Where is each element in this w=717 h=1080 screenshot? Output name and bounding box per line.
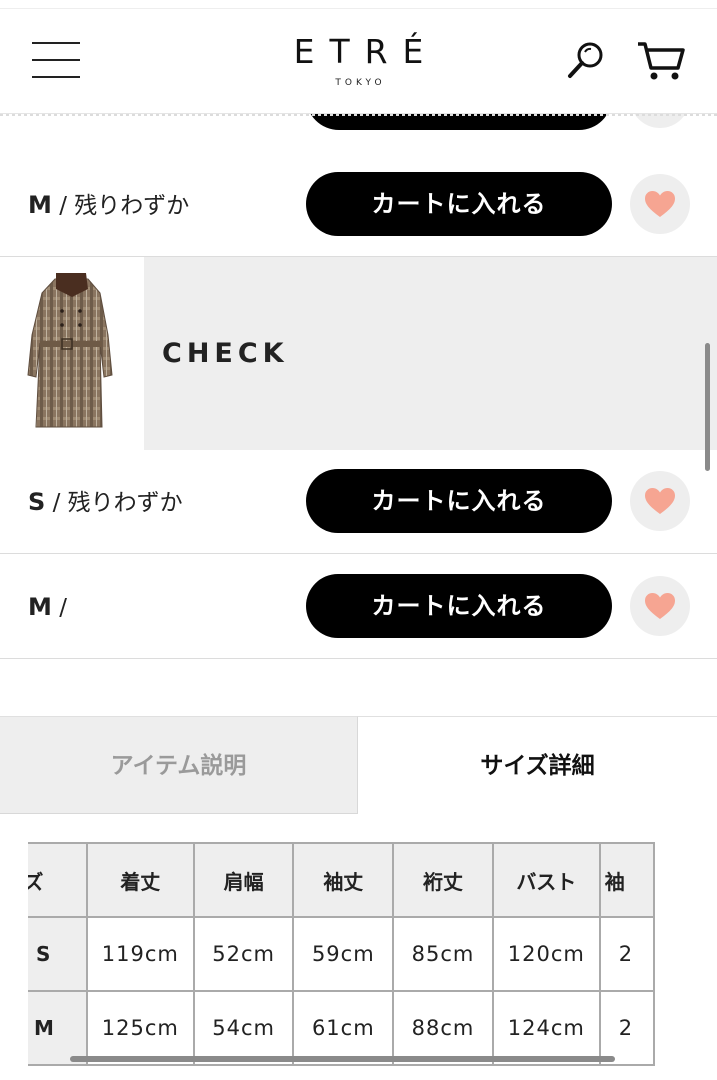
size-table: イズ 着丈 肩幅 袖丈 裄丈 バスト 袖 S 119cm 52cm 59cm 8…: [28, 842, 656, 1066]
brand-logo[interactable]: ETRÉ TOKYO: [0, 32, 717, 88]
table-cell: 88cm: [392, 990, 494, 1066]
table-header-row: イズ 着丈 肩幅 袖丈 裄丈 バスト 袖: [28, 842, 656, 918]
tab-item-description[interactable]: アイテム説明: [0, 716, 358, 814]
partial-favorite-button[interactable]: [630, 114, 690, 128]
tab-size-detail[interactable]: サイズ詳細: [358, 716, 717, 814]
search-icon[interactable]: [566, 40, 606, 82]
table-cell: 124cm: [491, 990, 601, 1066]
product-thumbnail[interactable]: [0, 257, 144, 450]
table-cell: 120cm: [491, 916, 601, 992]
size-label: S / 残りわずか: [28, 450, 183, 554]
add-to-cart-button[interactable]: カートに入れる: [306, 172, 612, 236]
stock-status: /: [51, 595, 67, 621]
detail-tabs: アイテム説明 サイズ詳細: [0, 716, 717, 814]
partial-size-row: [0, 114, 717, 154]
color-name: CHECK: [162, 338, 289, 369]
table-cell: 54cm: [192, 990, 295, 1066]
row-header: S: [28, 916, 88, 992]
table-row: M 125cm 54cm 61cm 88cm 124cm 2: [28, 990, 656, 1066]
heart-icon: [645, 191, 675, 217]
column-header: 裄丈: [392, 842, 494, 918]
favorite-button[interactable]: [630, 576, 690, 636]
favorite-button[interactable]: [630, 174, 690, 234]
favorite-button[interactable]: [630, 471, 690, 531]
size-row: S / 残りわずか カートに入れる: [0, 450, 717, 554]
color-group-header: CHECK: [0, 257, 717, 450]
table-cell: 125cm: [85, 990, 195, 1066]
partial-cart-button[interactable]: [306, 114, 612, 130]
add-to-cart-button[interactable]: カートに入れる: [306, 574, 612, 638]
heart-icon: [645, 488, 675, 514]
add-to-cart-button[interactable]: カートに入れる: [306, 469, 612, 533]
stock-status: / 残りわずか: [51, 193, 190, 219]
brand-name: ETRÉ: [293, 32, 439, 71]
table-cell: 2: [598, 990, 656, 1066]
column-header: 着丈: [85, 842, 195, 918]
column-header: バスト: [491, 842, 601, 918]
size-code: M: [28, 593, 52, 621]
table-cell: 61cm: [292, 990, 395, 1066]
horizontal-scrollbar[interactable]: [70, 1056, 615, 1062]
size-row: M / 残りわずか カートに入れる: [0, 153, 717, 257]
row-header: M: [28, 990, 88, 1066]
size-label: M / 残りわずか: [28, 153, 189, 257]
column-header: 肩幅: [192, 842, 295, 918]
column-header: 袖: [598, 842, 656, 918]
header-top-line: [0, 8, 717, 9]
heart-icon: [645, 593, 675, 619]
brand-sub: TOKYO: [335, 78, 386, 88]
column-header: イズ: [28, 842, 88, 918]
table-cell: 85cm: [392, 916, 494, 992]
stock-status: / 残りわずか: [45, 490, 183, 516]
product-page: ETRÉ TOKYO M / 残りわずか カートに入れる CHECK S / 残…: [0, 0, 717, 1080]
dotted-divider: [0, 114, 717, 116]
table-row: S 119cm 52cm 59cm 85cm 120cm 2: [28, 916, 656, 992]
size-code: M: [28, 191, 52, 219]
table-cell: 52cm: [192, 916, 295, 992]
table-cell: 59cm: [292, 916, 395, 992]
cart-icon[interactable]: [636, 40, 686, 82]
vertical-scrollbar[interactable]: [705, 343, 710, 471]
column-header: 袖丈: [292, 842, 395, 918]
size-label: M /: [28, 555, 67, 659]
table-cell: 2: [598, 916, 656, 992]
table-cell: 119cm: [85, 916, 195, 992]
size-code: S: [28, 488, 46, 516]
size-table-scroller[interactable]: イズ 着丈 肩幅 袖丈 裄丈 バスト 袖 S 119cm 52cm 59cm 8…: [28, 842, 689, 1080]
size-row: M / カートに入れる: [0, 555, 717, 659]
site-header: ETRÉ TOKYO: [0, 0, 717, 114]
